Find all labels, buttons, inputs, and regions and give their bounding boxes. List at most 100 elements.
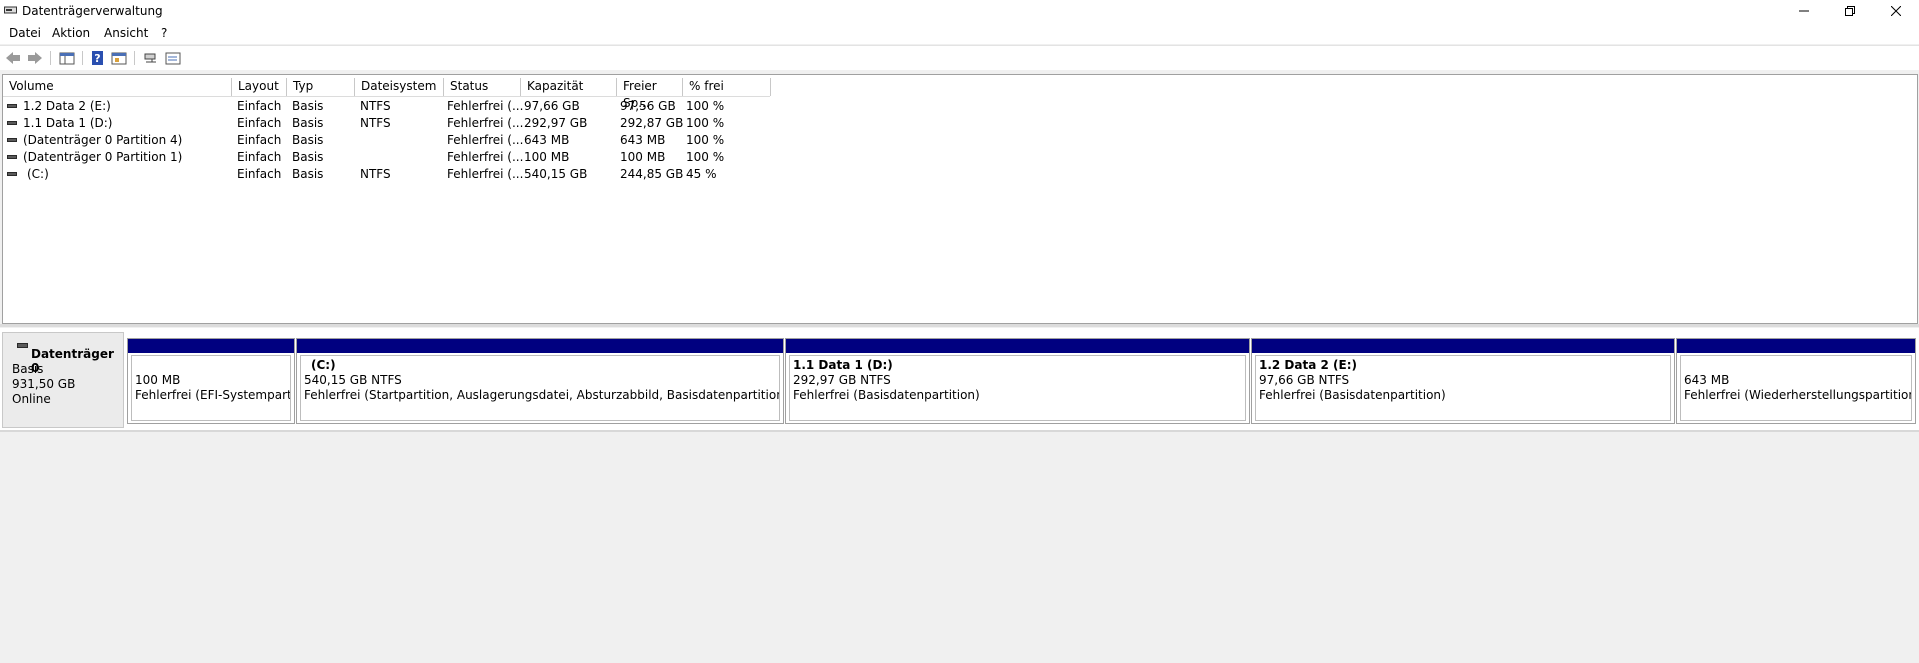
help-icon: ? [92, 51, 103, 65]
console-tree-icon [59, 52, 75, 65]
partition-status: Fehlerfrei (Startpartition, Auslagerungs… [304, 388, 780, 402]
minimize-icon [1799, 10, 1809, 12]
forward-arrow-icon [28, 52, 42, 64]
cell-typ: Basis [292, 150, 324, 164]
partition-title: (C:) [311, 358, 336, 372]
column-header-kapazitaet[interactable]: Kapazität [521, 78, 617, 96]
cell-dateisystem: NTFS [360, 116, 391, 130]
window-title: Datenträgerverwaltung [22, 4, 163, 18]
help-button[interactable]: ? [89, 49, 107, 67]
table-row[interactable]: (Datenträger 0 Partition 4) Einfach Basi… [3, 132, 770, 149]
cell-kapazitaet: 100 MB [524, 150, 570, 164]
cell-layout: Einfach [237, 150, 282, 164]
cell-dateisystem: NTFS [360, 99, 391, 113]
table-row[interactable]: (C:) Einfach Basis NTFS Fehlerfrei (... … [3, 166, 770, 183]
properties-button[interactable] [110, 49, 128, 67]
disk-type: Basis [12, 362, 44, 376]
cell-layout: Einfach [237, 167, 282, 181]
cell-freier-speicher: 97,56 GB [620, 99, 676, 113]
menu-ansicht[interactable]: Ansicht [104, 26, 148, 40]
column-header-volume[interactable]: Volume [3, 78, 232, 96]
partition-size: 97,66 GB NTFS [1259, 373, 1350, 387]
disk-icon [17, 343, 28, 348]
back-button[interactable] [4, 49, 22, 67]
column-header-typ[interactable]: Typ [287, 78, 355, 96]
partition-status: Fehlerfrei (Wiederherstellungspartition) [1684, 388, 1912, 402]
table-row[interactable]: 1.2 Data 2 (E:) Einfach Basis NTFS Fehle… [3, 98, 770, 115]
pane-splitter[interactable] [0, 324, 1919, 327]
column-header-freier-speicher[interactable]: Freier Sp... [617, 78, 683, 110]
cell-volume: 1.1 Data 1 (D:) [23, 116, 113, 130]
cell-layout: Einfach [237, 133, 282, 147]
cell-freier-speicher: 100 MB [620, 150, 666, 164]
toolbar-separator [134, 51, 135, 65]
toolbar-separator [50, 51, 51, 65]
partition-body: 1.1 Data 1 (D:) 292,97 GB NTFS Fehlerfre… [789, 355, 1246, 421]
cell-status: Fehlerfrei (... [447, 150, 524, 164]
column-header-layout[interactable]: Layout [232, 78, 287, 96]
cell-status: Fehlerfrei (... [447, 167, 524, 181]
cell-typ: Basis [292, 167, 324, 181]
cell-freier-speicher: 244,85 GB [620, 167, 684, 181]
cell-status: Fehlerfrei (... [447, 99, 524, 113]
forward-button[interactable] [26, 49, 44, 67]
column-header-dateisystem[interactable]: Dateisystem [355, 78, 444, 96]
toolbar: ? [0, 45, 1919, 70]
partition-recovery[interactable]: 643 MB Fehlerfrei (Wiederherstellungspar… [1676, 338, 1916, 424]
close-icon [1891, 6, 1901, 16]
cell-prozent-frei: 100 % [686, 99, 725, 113]
menu-aktion[interactable]: Aktion [52, 26, 90, 40]
partition-size: 292,97 GB NTFS [793, 373, 891, 387]
cell-status: Fehlerfrei (... [447, 116, 524, 130]
cell-volume: 1.2 Data 2 (E:) [23, 99, 111, 113]
cell-status: Fehlerfrei (... [447, 133, 524, 147]
cell-kapazitaet: 540,15 GB [524, 167, 588, 181]
cell-typ: Basis [292, 116, 324, 130]
partition-body: 643 MB Fehlerfrei (Wiederherstellungspar… [1680, 355, 1912, 421]
table-row[interactable]: 1.1 Data 1 (D:) Einfach Basis NTFS Fehle… [3, 115, 770, 132]
menu-help[interactable]: ? [161, 26, 167, 40]
restore-icon [1845, 6, 1855, 16]
column-header-prozent-frei[interactable]: % frei [683, 78, 771, 96]
table-row[interactable]: (Datenträger 0 Partition 1) Einfach Basi… [3, 149, 770, 166]
title-bar: Datenträgerverwaltung [0, 0, 1919, 22]
partition-title: 1.2 Data 2 (E:) [1259, 358, 1357, 372]
disk-info-panel[interactable]: Datenträger 0 Basis 931,50 GB Online [2, 332, 124, 428]
partition-body: 100 MB Fehlerfrei (EFI-Systempartition) [131, 355, 291, 421]
cell-volume: (Datenträger 0 Partition 4) [23, 133, 183, 147]
cell-prozent-frei: 45 % [686, 167, 717, 181]
close-button[interactable] [1873, 0, 1919, 22]
volume-icon [7, 121, 17, 125]
cell-kapazitaet: 643 MB [524, 133, 570, 147]
refresh-button[interactable] [142, 49, 160, 67]
console-tree-button[interactable] [58, 49, 76, 67]
cell-freier-speicher: 292,87 GB [620, 116, 684, 130]
volume-icon [7, 138, 17, 142]
cell-kapazitaet: 97,66 GB [524, 99, 580, 113]
partition-e[interactable]: 1.2 Data 2 (E:) 97,66 GB NTFS Fehlerfrei… [1251, 338, 1675, 424]
cell-typ: Basis [292, 133, 324, 147]
partition-status: Fehlerfrei (Basisdatenpartition) [1259, 388, 1446, 402]
column-header-status[interactable]: Status [444, 78, 521, 96]
partition-d[interactable]: 1.1 Data 1 (D:) 292,97 GB NTFS Fehlerfre… [785, 338, 1250, 424]
menu-bar: Datei Aktion Ansicht ? [0, 22, 1919, 44]
cell-prozent-frei: 100 % [686, 133, 725, 147]
partition-efi[interactable]: 100 MB Fehlerfrei (EFI-Systempartition) [127, 338, 295, 424]
disk-name: Datenträger 0 [31, 347, 114, 375]
disk-size: 931,50 GB [12, 377, 76, 391]
menu-datei[interactable]: Datei [9, 26, 41, 40]
partition-c[interactable]: (C:) 540,15 GB NTFS Fehlerfrei (Startpar… [296, 338, 784, 424]
restore-button[interactable] [1827, 0, 1873, 22]
partition-body: (C:) 540,15 GB NTFS Fehlerfrei (Startpar… [300, 355, 780, 421]
volume-icon [7, 155, 17, 159]
partition-header-bar [1677, 339, 1915, 353]
disk-map-bottom-border [0, 430, 1919, 432]
svg-text:?: ? [94, 52, 100, 65]
cell-prozent-frei: 100 % [686, 150, 725, 164]
view-button[interactable] [164, 49, 182, 67]
minimize-button[interactable] [1781, 0, 1827, 22]
properties-icon [111, 52, 127, 65]
partition-header-bar [1252, 339, 1674, 353]
cell-prozent-frei: 100 % [686, 116, 725, 130]
toolbar-separator [82, 51, 83, 65]
